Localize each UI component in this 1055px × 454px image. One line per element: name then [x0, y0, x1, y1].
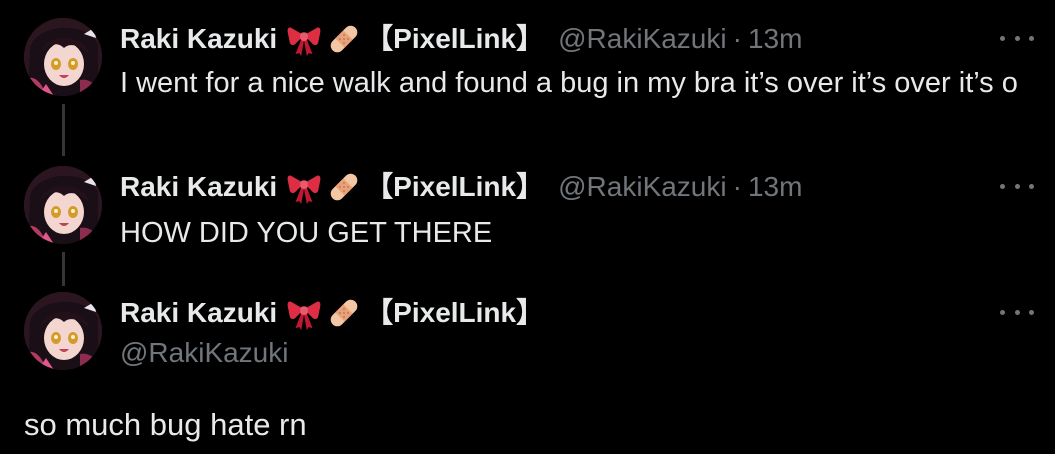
display-name-tag[interactable]: 【PixelLink】: [365, 22, 544, 56]
thread-tweet[interactable]: Raki Kazuki 【PixelLink】 @RakiKazuki · 13…: [0, 160, 1055, 290]
tweet-header: Raki Kazuki 【PixelLink】 @RakiKazuki · 13…: [120, 170, 802, 204]
ribbon-emoji-icon: [287, 22, 321, 56]
more-options-icon[interactable]: [1000, 302, 1034, 322]
avatar-image: [24, 292, 102, 370]
tweet-text: I went for a nice walk and found a bug i…: [120, 67, 1018, 99]
separator-dot: ·: [732, 171, 742, 202]
ribbon-emoji-icon: [287, 170, 321, 204]
avatar[interactable]: [24, 292, 102, 370]
more-dot: [1000, 35, 1005, 41]
ribbon-emoji-icon: [287, 296, 321, 330]
more-dot: [1000, 183, 1005, 189]
main-tweet-text: so much bug hate rn: [24, 407, 307, 442]
display-name[interactable]: Raki Kazuki: [120, 296, 277, 330]
bandage-emoji-icon: [327, 22, 361, 56]
tweet-thread: Raki Kazuki 【PixelLink】 @RakiKazuki · 13…: [0, 0, 1055, 454]
more-dot: [1029, 35, 1034, 41]
thread-connector-line: [62, 104, 65, 156]
separator-dot: ·: [732, 23, 742, 54]
more-dot: [1029, 309, 1034, 315]
bandage-emoji-icon: [327, 170, 361, 204]
tweet-header: Raki Kazuki 【PixelLink】 @RakiKazuki · 13…: [120, 22, 802, 56]
tweet-text: HOW DID YOU GET THERE: [120, 217, 493, 249]
more-dot: [1014, 35, 1020, 41]
tweet-timestamp[interactable]: 13m: [748, 22, 802, 56]
more-options-icon[interactable]: [1000, 176, 1034, 196]
display-name-tag[interactable]: 【PixelLink】: [365, 296, 544, 330]
more-dot: [1000, 309, 1005, 315]
display-name[interactable]: Raki Kazuki: [120, 170, 277, 204]
display-name-tag[interactable]: 【PixelLink】: [365, 170, 544, 204]
tweet-timestamp[interactable]: 13m: [748, 170, 802, 204]
thread-tweet[interactable]: Raki Kazuki 【PixelLink】 @RakiKazuki · 13…: [0, 0, 1055, 160]
avatar-image: [24, 18, 102, 96]
more-dot: [1029, 183, 1034, 189]
avatar[interactable]: [24, 166, 102, 244]
avatar-image: [24, 166, 102, 244]
user-handle[interactable]: @RakiKazuki: [558, 170, 726, 204]
avatar[interactable]: [24, 18, 102, 96]
more-dot: [1014, 309, 1020, 315]
tweet-header: Raki Kazuki 【PixelLink】: [120, 296, 544, 330]
thread-connector-line: [62, 252, 65, 286]
more-options-icon[interactable]: [1000, 28, 1034, 48]
display-name[interactable]: Raki Kazuki: [120, 22, 277, 56]
more-dot: [1014, 183, 1020, 189]
user-handle[interactable]: @RakiKazuki: [120, 336, 288, 370]
user-handle[interactable]: @RakiKazuki: [558, 22, 726, 56]
bandage-emoji-icon: [327, 296, 361, 330]
